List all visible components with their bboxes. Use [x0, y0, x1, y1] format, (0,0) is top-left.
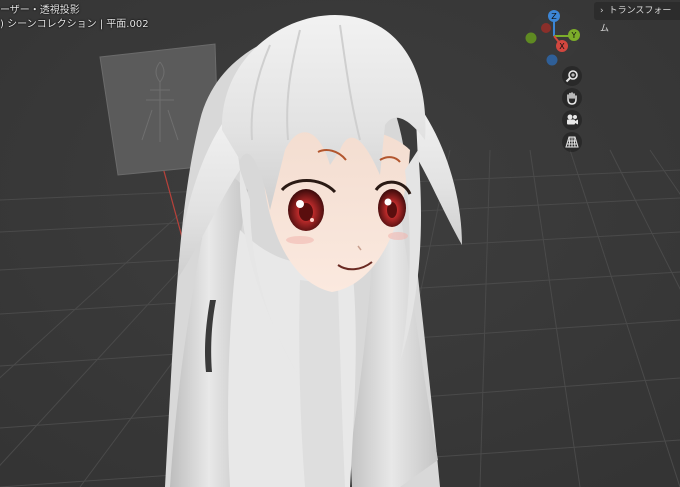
camera-icon [567, 114, 578, 125]
navigation-gizmo[interactable]: Z Y X [522, 8, 582, 68]
gizmo-neg-y-axis[interactable] [525, 32, 537, 44]
gizmo-x-label: X [559, 42, 565, 51]
camera-view-button[interactable] [562, 110, 582, 130]
viewport-mode-label: ーザー・透視投影 [0, 5, 80, 16]
gizmo-neg-z-axis[interactable] [546, 54, 558, 66]
collection-label: ) シーンコレクション | 平面.002 [0, 19, 149, 30]
chevron-right-icon: › [600, 6, 604, 16]
gizmo-neg-x-axis[interactable] [541, 23, 551, 33]
grid-perspective-icon [565, 136, 579, 148]
3d-viewport[interactable]: ーザー・透視投影 ) シーンコレクション | 平面.002 › トランスフォーム … [0, 0, 680, 487]
zoom-button[interactable] [562, 66, 582, 86]
gizmo-z-label: Z [551, 12, 557, 21]
sidebar-tab-transform[interactable]: › トランスフォーム [594, 2, 680, 34]
perspective-toggle-button[interactable] [562, 132, 582, 152]
pan-button[interactable] [562, 88, 582, 108]
hand-pan-icon [567, 92, 577, 105]
zoom-icon [565, 70, 578, 83]
gizmo-y-label: Y [571, 31, 577, 40]
